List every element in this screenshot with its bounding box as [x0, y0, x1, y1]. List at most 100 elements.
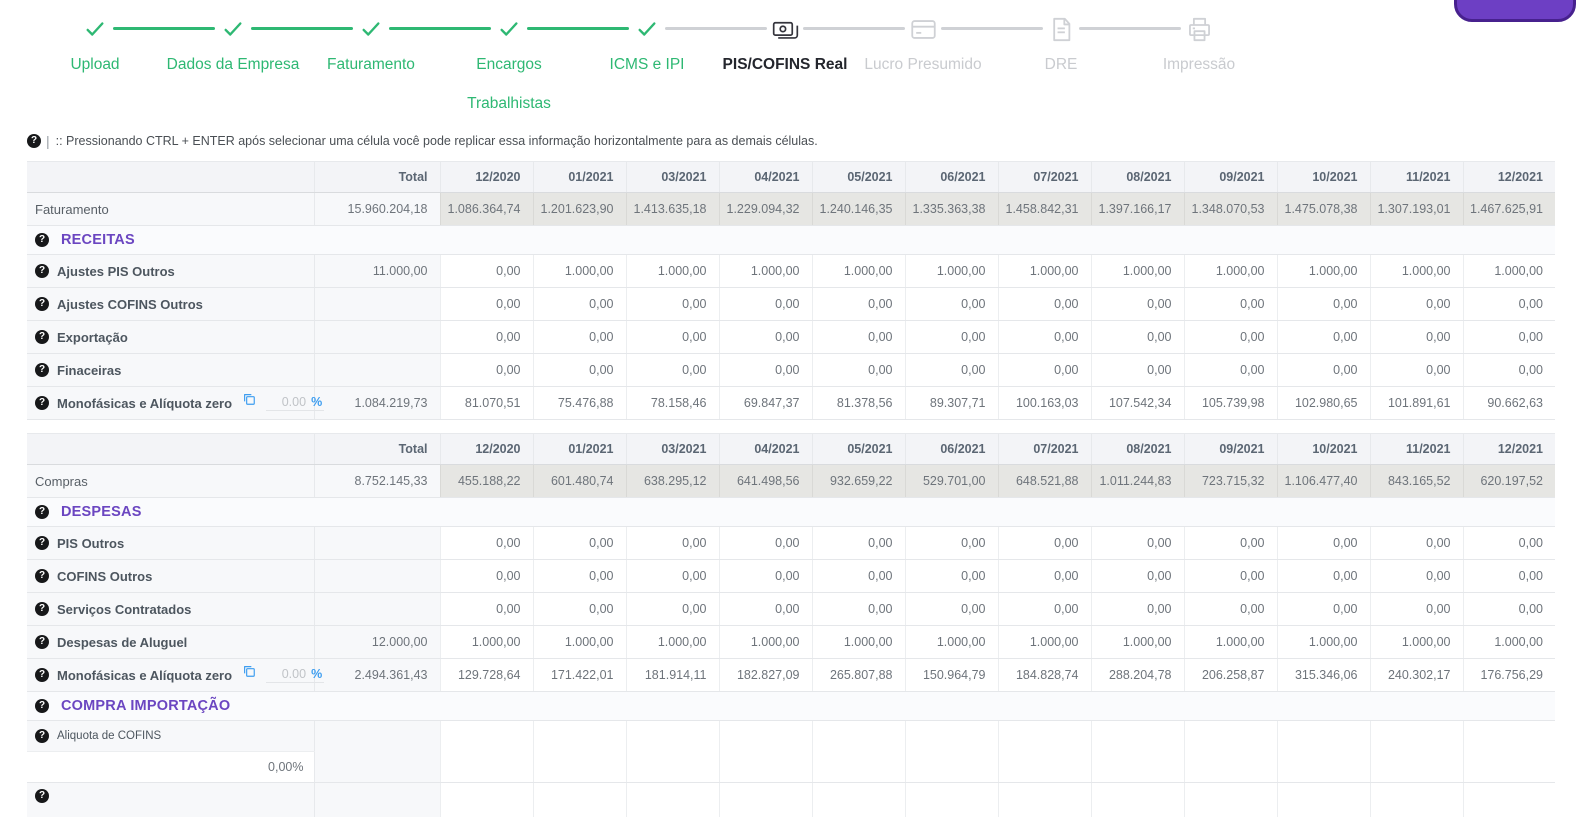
month-cell[interactable]: 0,00: [1277, 527, 1370, 560]
month-cell[interactable]: 0,00: [812, 288, 905, 321]
month-cell[interactable]: 129.728,64: [440, 659, 533, 692]
month-cell[interactable]: 0,00: [998, 321, 1091, 354]
month-cell[interactable]: 105.739,98: [1184, 387, 1277, 420]
month-cell[interactable]: 0,00: [1370, 527, 1463, 560]
month-cell[interactable]: 0,00: [1091, 288, 1184, 321]
month-cell[interactable]: 89.307,71: [905, 387, 998, 420]
month-cell[interactable]: 0,00: [626, 288, 719, 321]
month-cell[interactable]: 0,00: [626, 527, 719, 560]
month-cell[interactable]: 0,00: [1463, 527, 1555, 560]
month-cell[interactable]: [905, 721, 998, 783]
month-cell[interactable]: 1.000,00: [1370, 255, 1463, 288]
month-cell[interactable]: 0,00: [440, 321, 533, 354]
stepper-step[interactable]: PIS/COFINS Real: [716, 14, 854, 123]
month-cell[interactable]: 0,00: [998, 354, 1091, 387]
month-cell[interactable]: 0,00: [1091, 560, 1184, 593]
month-cell[interactable]: 0,00: [440, 593, 533, 626]
month-cell[interactable]: 1.000,00: [1463, 255, 1555, 288]
month-cell[interactable]: 100.163,03: [998, 387, 1091, 420]
month-cell[interactable]: 0,00: [1370, 321, 1463, 354]
month-cell[interactable]: 240.302,17: [1370, 659, 1463, 692]
month-cell[interactable]: 78.158,46: [626, 387, 719, 420]
month-cell[interactable]: 1.000,00: [626, 255, 719, 288]
copy-icon[interactable]: [242, 392, 256, 406]
stepper-step[interactable]: ICMS e IPI: [578, 14, 716, 123]
month-cell[interactable]: [812, 721, 905, 783]
month-cell[interactable]: 0,00: [719, 527, 812, 560]
month-cell[interactable]: 181.914,11: [626, 659, 719, 692]
month-cell[interactable]: 0,00: [1184, 321, 1277, 354]
month-cell[interactable]: 1.000,00: [440, 626, 533, 659]
month-cell[interactable]: 69.847,37: [719, 387, 812, 420]
month-cell[interactable]: 81.070,51: [440, 387, 533, 420]
month-cell[interactable]: [533, 783, 626, 817]
month-cell[interactable]: 0,00: [533, 288, 626, 321]
month-cell[interactable]: 0,00: [1463, 560, 1555, 593]
month-cell[interactable]: 1.000,00: [626, 626, 719, 659]
month-cell[interactable]: [626, 721, 719, 783]
month-cell[interactable]: 1.000,00: [812, 255, 905, 288]
percent-input[interactable]: 0.00%: [266, 667, 324, 683]
month-cell[interactable]: 107.542,34: [1091, 387, 1184, 420]
month-cell[interactable]: 1.000,00: [1463, 626, 1555, 659]
month-cell[interactable]: 90.662,63: [1463, 387, 1555, 420]
stepper-step[interactable]: Encargos Trabalhistas: [440, 14, 578, 123]
month-cell[interactable]: 0,00: [533, 321, 626, 354]
month-cell[interactable]: 0,00: [812, 527, 905, 560]
month-cell[interactable]: 0,00: [626, 321, 719, 354]
month-cell[interactable]: 0,00: [1184, 354, 1277, 387]
month-cell[interactable]: 0,00: [440, 354, 533, 387]
month-cell[interactable]: [1463, 783, 1555, 817]
month-cell[interactable]: 1.000,00: [1091, 255, 1184, 288]
month-cell[interactable]: 0,00: [1091, 527, 1184, 560]
month-cell[interactable]: 0,00: [1277, 593, 1370, 626]
month-cell[interactable]: 0,00: [905, 288, 998, 321]
month-cell[interactable]: [440, 721, 533, 783]
month-cell[interactable]: 1.000,00: [1184, 626, 1277, 659]
month-cell[interactable]: [1091, 783, 1184, 817]
month-cell[interactable]: 0,00: [533, 593, 626, 626]
month-cell[interactable]: 0,00: [1370, 560, 1463, 593]
month-cell[interactable]: 206.258,87: [1184, 659, 1277, 692]
month-cell[interactable]: 0,00: [1463, 354, 1555, 387]
stepper-step[interactable]: Faturamento: [302, 14, 440, 123]
month-cell[interactable]: 0,00: [812, 593, 905, 626]
month-cell[interactable]: 0,00: [998, 288, 1091, 321]
month-cell[interactable]: 0,00: [719, 593, 812, 626]
month-cell[interactable]: 0,00: [533, 527, 626, 560]
month-cell[interactable]: 0,00: [440, 288, 533, 321]
month-cell[interactable]: [719, 783, 812, 817]
month-cell[interactable]: 0,00: [812, 321, 905, 354]
month-cell[interactable]: 81.378,56: [812, 387, 905, 420]
month-cell[interactable]: 150.964,79: [905, 659, 998, 692]
stepper-step[interactable]: Upload: [26, 14, 164, 123]
stepper-step[interactable]: DRE: [992, 14, 1130, 123]
month-cell[interactable]: 0,00: [626, 354, 719, 387]
month-cell[interactable]: 1.000,00: [533, 626, 626, 659]
month-cell[interactable]: 1.000,00: [1184, 255, 1277, 288]
stepper-step[interactable]: Dados da Empresa: [164, 14, 302, 123]
month-cell[interactable]: 1.000,00: [905, 626, 998, 659]
month-cell[interactable]: 0,00: [440, 560, 533, 593]
month-cell[interactable]: 315.346,06: [1277, 659, 1370, 692]
month-cell[interactable]: 182.827,09: [719, 659, 812, 692]
month-cell[interactable]: 0,00: [1091, 354, 1184, 387]
month-cell[interactable]: [626, 783, 719, 817]
month-cell[interactable]: 0,00: [905, 560, 998, 593]
month-cell[interactable]: 1.000,00: [812, 626, 905, 659]
month-cell[interactable]: 0,00: [1184, 593, 1277, 626]
month-cell[interactable]: 0,00: [905, 527, 998, 560]
month-cell[interactable]: [719, 721, 812, 783]
month-cell[interactable]: 1.000,00: [1091, 626, 1184, 659]
month-cell[interactable]: 265.807,88: [812, 659, 905, 692]
stepper-step[interactable]: Lucro Presumido: [854, 14, 992, 123]
month-cell[interactable]: 0,00: [1277, 354, 1370, 387]
month-cell[interactable]: 0,00: [1184, 560, 1277, 593]
month-cell[interactable]: 0,00: [1277, 288, 1370, 321]
month-cell[interactable]: [1463, 721, 1555, 783]
month-cell[interactable]: 0,00: [1370, 288, 1463, 321]
month-cell[interactable]: [440, 783, 533, 817]
month-cell[interactable]: 0,00: [533, 354, 626, 387]
copy-icon[interactable]: [242, 664, 256, 678]
month-cell[interactable]: 184.828,74: [998, 659, 1091, 692]
